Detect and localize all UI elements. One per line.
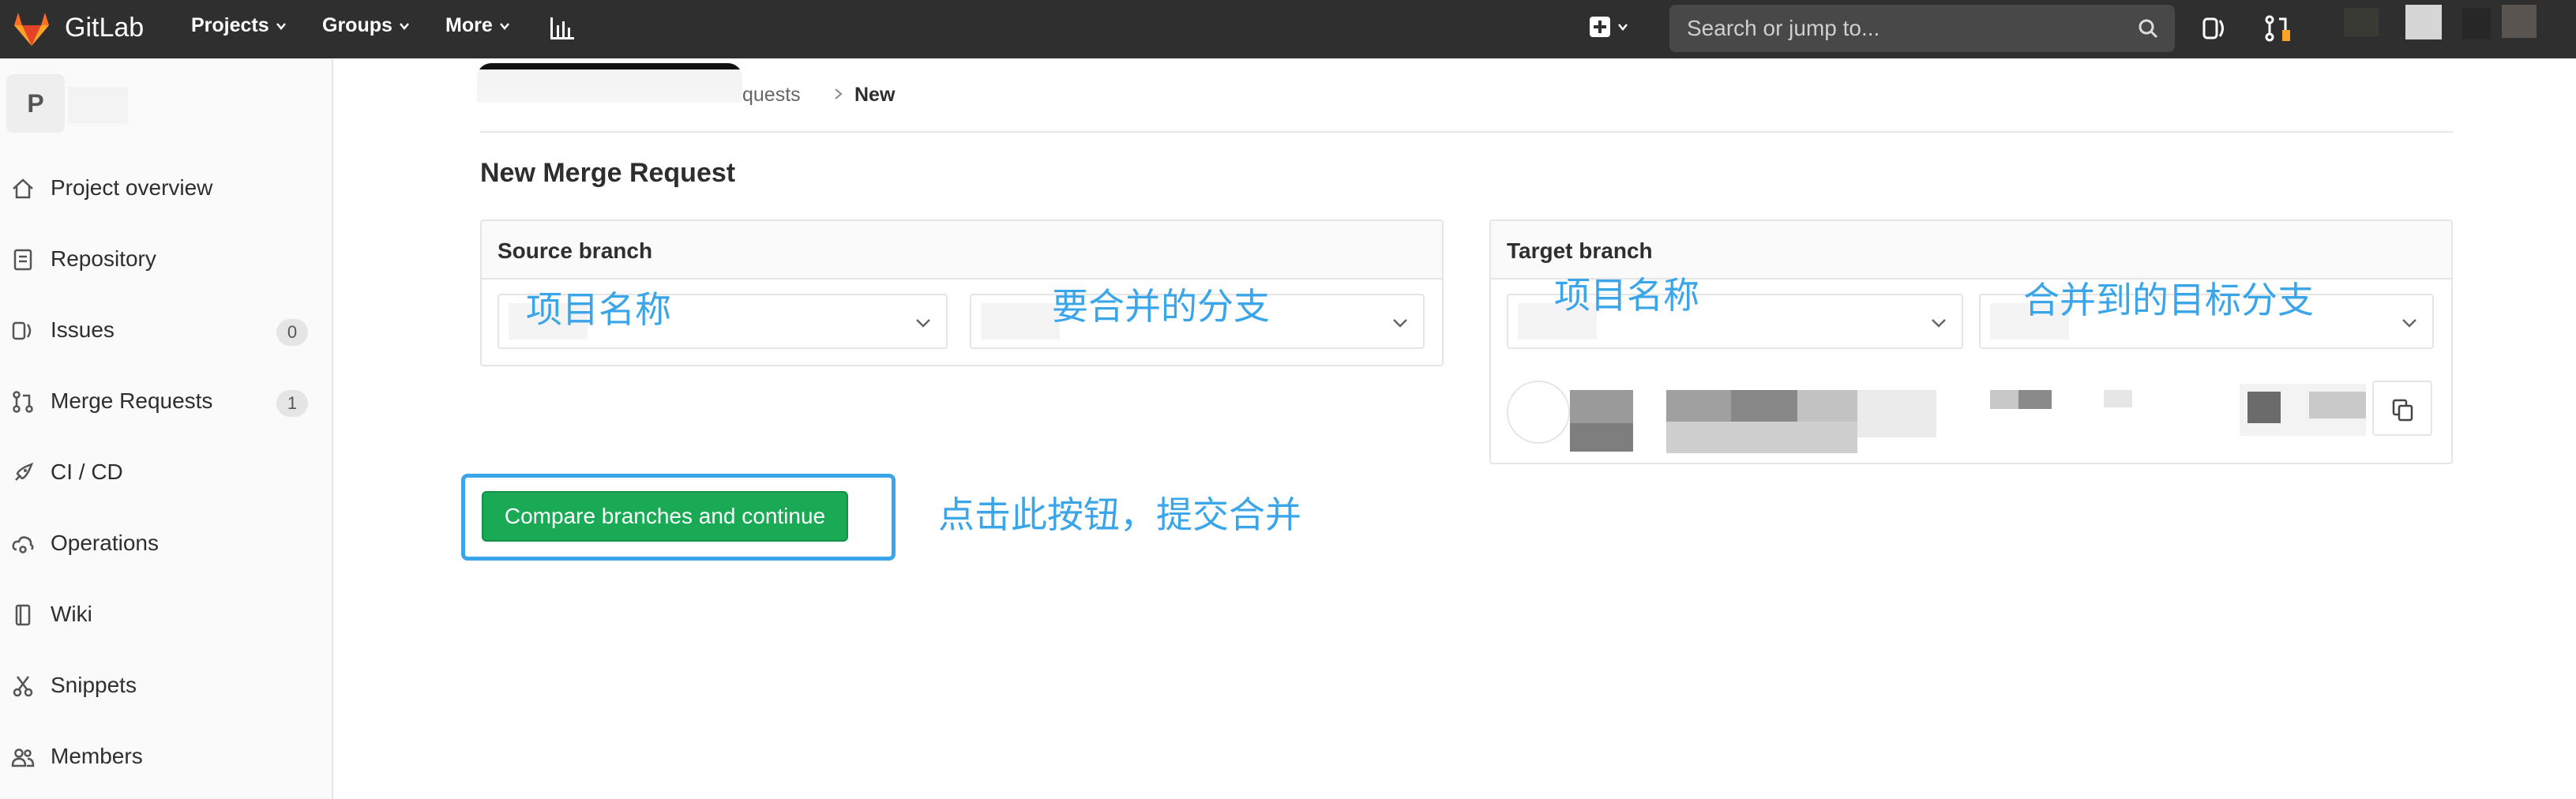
blurred-user-area: [2462, 8, 2491, 39]
nav-menu-groups[interactable]: Groups: [322, 14, 410, 37]
sidebar-item-project-overview[interactable]: Project overview: [0, 164, 332, 212]
sidebar-item-label: Project overview: [51, 175, 213, 200]
merge-requests-count-badge: 1: [276, 390, 308, 417]
plus-square-icon: [1590, 17, 1610, 37]
nav-menu-label: Projects: [191, 14, 269, 36]
activity-chart-icon[interactable]: [548, 14, 576, 43]
sidebar-item-ci-cd[interactable]: CI / CD: [0, 448, 332, 496]
blurred-commit-sha: [2247, 392, 2281, 423]
users-icon: [11, 748, 35, 767]
blurred-commit-sha: [2309, 392, 2366, 418]
page-title: New Merge Request: [480, 158, 736, 188]
blurred-commit-info: [1797, 390, 1857, 422]
chevron-down-icon: [1618, 24, 1628, 31]
new-item-dropdown[interactable]: [1589, 16, 1628, 38]
issues-count-badge: 0: [276, 319, 308, 346]
sidebar-item-merge-requests[interactable]: Merge Requests 1: [0, 377, 332, 425]
nav-menu-projects[interactable]: Projects: [191, 14, 287, 37]
sidebar-item-repository[interactable]: Repository: [0, 235, 332, 283]
nav-menu-more[interactable]: More: [445, 14, 510, 37]
annotation-target-branch: 合并到的目标分支: [2023, 279, 2314, 321]
top-navbar: GitLab Projects Groups More: [0, 0, 2576, 58]
annotation-source-project: 项目名称: [526, 289, 671, 330]
sidebar-item-wiki[interactable]: Wiki: [0, 591, 332, 638]
nav-menu-label: Groups: [322, 14, 392, 36]
chevron-down-icon: [399, 22, 409, 30]
blurred-user-area: [2405, 5, 2442, 39]
annotation-source-branch: 要合并的分支: [1052, 286, 1270, 327]
blurred-breadcrumb-segment: [477, 63, 742, 103]
blurred-commit-info: [1570, 390, 1633, 423]
copy-commit-sha-button[interactable]: [2372, 381, 2432, 436]
blurred-branch-value: [981, 303, 1060, 339]
search-input[interactable]: [1685, 15, 2131, 42]
copy-icon: [2392, 399, 2413, 422]
blurred-project-name: [68, 87, 128, 123]
project-sidebar: P Project overview Repository Issues 0 M…: [0, 58, 333, 799]
chevron-down-icon: [276, 22, 286, 30]
project-avatar[interactable]: P: [6, 74, 65, 133]
chevron-down-icon: [1393, 319, 1407, 328]
chevron-down-icon: [499, 22, 509, 30]
todo-issues-icon[interactable]: [2200, 14, 2229, 43]
issues-icon: [12, 321, 32, 340]
annotation-submit-hint: 点击此按钮，提交合并: [938, 494, 1301, 535]
chevron-down-icon: [1932, 319, 1946, 328]
blurred-commit-info: [1990, 390, 2018, 409]
book-icon: [15, 604, 31, 626]
home-icon: [13, 178, 33, 199]
blurred-commit-info: [1666, 422, 1857, 453]
scissors-icon: [13, 676, 33, 697]
breadcrumb-separator-icon: [835, 88, 843, 99]
sidebar-item-label: CI / CD: [51, 460, 123, 484]
sidebar-item-label: Snippets: [51, 673, 137, 697]
panel-title: Target branch: [1507, 238, 1653, 263]
chevron-down-icon: [2402, 319, 2416, 328]
search-bar[interactable]: [1669, 5, 2175, 52]
blurred-commit-info: [1666, 390, 1731, 422]
nav-menu-label: More: [445, 14, 493, 36]
breadcrumb-parent[interactable]: quests: [742, 84, 801, 107]
breadcrumb-divider: [480, 131, 2453, 133]
blurred-commit-info: [1857, 390, 1936, 437]
blurred-commit-info: [2018, 390, 2052, 409]
sidebar-item-snippets[interactable]: Snippets: [0, 662, 332, 709]
sidebar-item-members[interactable]: Members: [0, 733, 332, 780]
sidebar-item-label: Merge Requests: [51, 388, 213, 413]
sidebar-item-operations[interactable]: Operations: [0, 520, 332, 567]
blurred-commit-info: [2104, 390, 2132, 407]
sidebar-item-label: Operations: [51, 531, 159, 555]
panel-title: Source branch: [498, 238, 653, 263]
compare-branches-button[interactable]: Compare branches and continue: [482, 491, 848, 542]
sidebar-item-label: Wiki: [51, 602, 92, 626]
search-icon: [2139, 19, 2158, 39]
breadcrumb-current: New: [854, 84, 896, 106]
document-icon: [13, 249, 32, 271]
annotation-target-project: 项目名称: [1554, 275, 1699, 316]
sidebar-item-label: Members: [51, 744, 143, 768]
blurred-commit-info: [1731, 390, 1797, 422]
brand-name[interactable]: GitLab: [65, 13, 144, 43]
sidebar-item-label: Repository: [51, 246, 156, 271]
merge-request-icon: [13, 391, 33, 413]
sidebar-item-label: Issues: [51, 317, 115, 342]
rocket-icon: [15, 462, 34, 481]
commit-author-avatar: [1507, 381, 1570, 444]
merge-request-icon[interactable]: [2263, 14, 2292, 43]
blurred-user-area: [2344, 8, 2379, 36]
blurred-commit-info: [1570, 423, 1633, 452]
sidebar-item-issues[interactable]: Issues 0: [0, 306, 332, 354]
panel-header: Source branch: [482, 221, 1442, 279]
cloud-gear-icon: [12, 536, 34, 553]
gitlab-logo-icon[interactable]: [11, 8, 52, 49]
user-avatar[interactable]: [2502, 5, 2537, 38]
chevron-down-icon: [916, 319, 930, 328]
